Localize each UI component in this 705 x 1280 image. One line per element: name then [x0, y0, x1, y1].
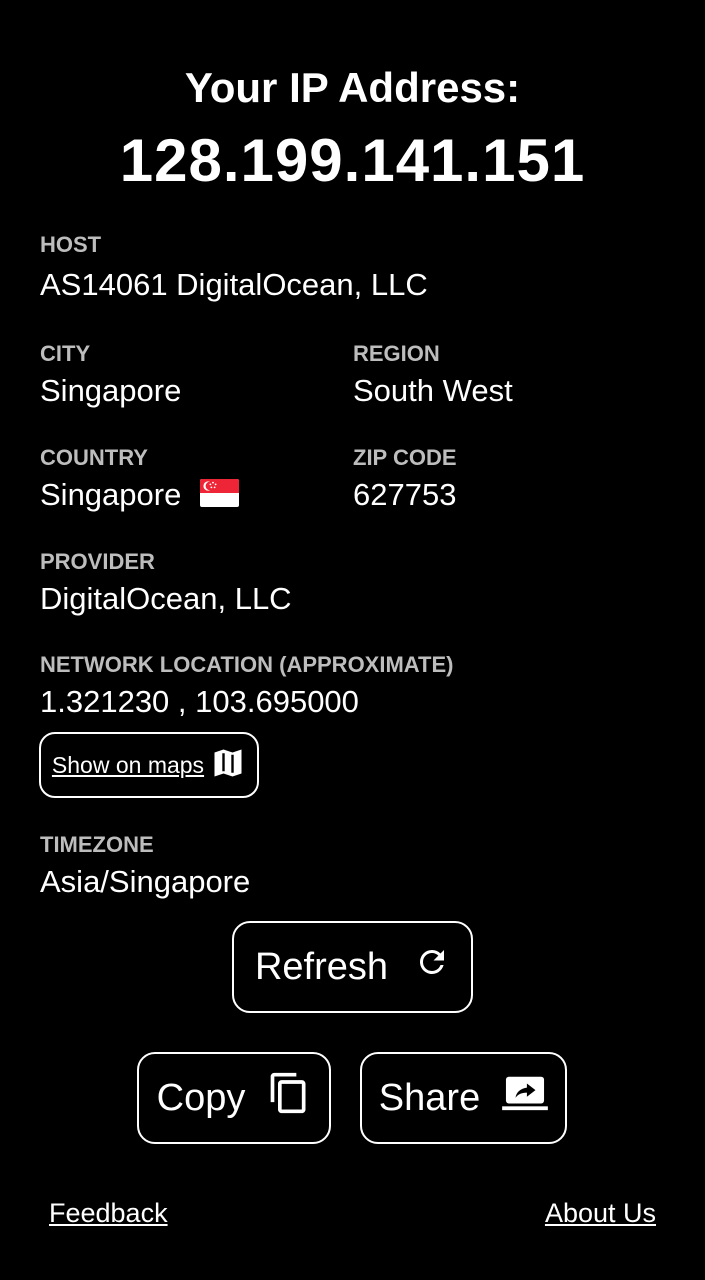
map-icon — [210, 745, 246, 786]
share-button[interactable]: Share — [360, 1052, 567, 1144]
show-on-maps-button[interactable]: Show on maps — [39, 732, 259, 798]
zip-value: 627753 — [353, 477, 457, 512]
country-value: Singapore — [40, 477, 182, 512]
share-label: Share — [378, 1076, 481, 1119]
host-value: AS14061 DigitalOcean, LLC — [40, 267, 428, 302]
country-label: COUNTRY — [40, 445, 148, 470]
network-location-label: NETWORK LOCATION (APPROXIMATE) — [40, 652, 454, 677]
share-icon — [502, 1073, 549, 1123]
zip-label: ZIP CODE — [353, 445, 457, 470]
city-value: Singapore — [40, 373, 182, 408]
timezone-label: TIMEZONE — [40, 832, 154, 857]
singapore-flag-icon — [200, 479, 239, 507]
region-label: REGION — [353, 341, 440, 366]
provider-label: PROVIDER — [40, 549, 155, 574]
city-label: CITY — [40, 341, 91, 366]
ip-address: 128.199.141.151 — [119, 127, 586, 194]
about-us-link[interactable]: About Us — [545, 1196, 656, 1230]
provider-value: DigitalOcean, LLC — [40, 581, 292, 616]
copy-icon — [267, 1071, 311, 1125]
refresh-icon — [414, 944, 450, 990]
timezone-value: Asia/Singapore — [40, 864, 251, 899]
host-label: HOST — [40, 232, 102, 257]
copy-label: Copy — [156, 1076, 246, 1119]
ip-info-screen: Your IP Address: 128.199.141.151 HOST AS… — [0, 0, 705, 1280]
copy-button[interactable]: Copy — [137, 1052, 331, 1144]
region-value: South West — [353, 373, 513, 408]
refresh-label: Refresh — [254, 945, 389, 988]
network-location-value: 1.321230 , 103.695000 — [40, 684, 359, 719]
refresh-button[interactable]: Refresh — [232, 921, 473, 1013]
page-title: Your IP Address: — [184, 64, 521, 111]
show-on-maps-label: Show on maps — [51, 751, 205, 778]
feedback-link[interactable]: Feedback — [49, 1196, 168, 1230]
